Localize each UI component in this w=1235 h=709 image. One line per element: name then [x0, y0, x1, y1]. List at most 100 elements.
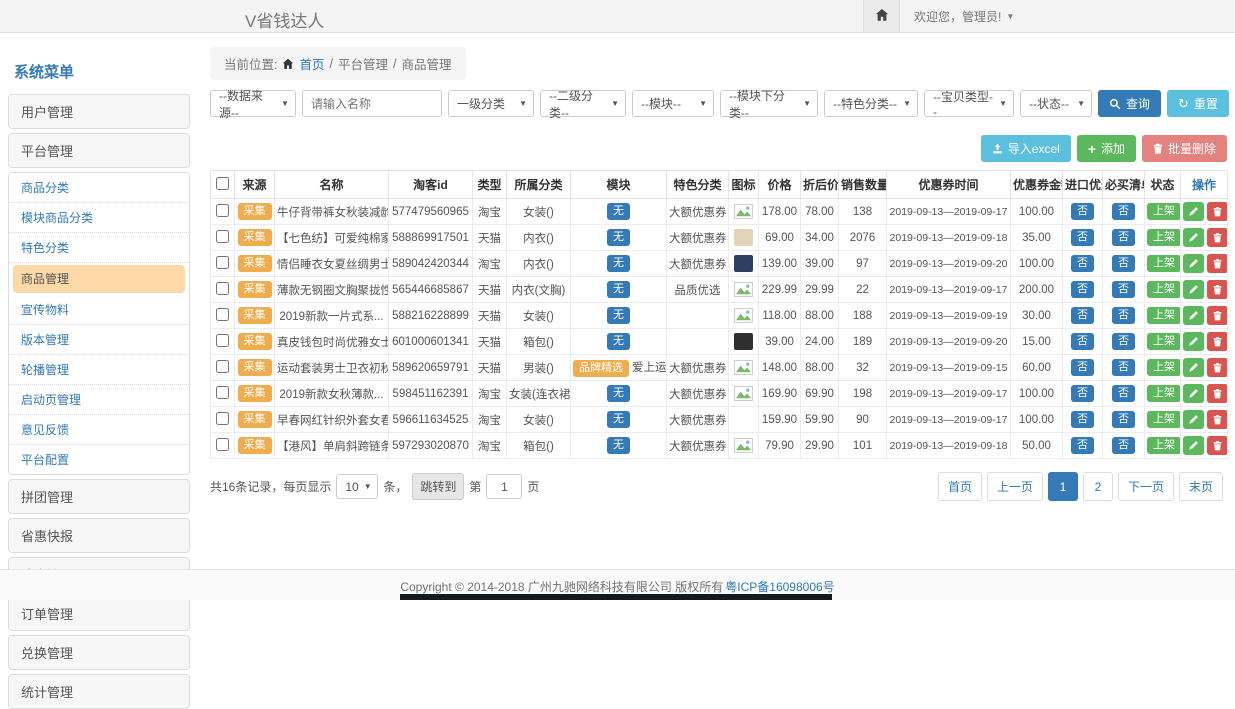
import-excel-button[interactable]: 导入excel [981, 135, 1071, 162]
import-select-toggle[interactable]: 否 [1071, 411, 1094, 428]
must-buy-toggle[interactable]: 否 [1112, 203, 1135, 220]
edit-button[interactable] [1183, 332, 1204, 351]
edit-button[interactable] [1183, 254, 1204, 273]
page-button-1[interactable]: 1 [1048, 472, 1078, 501]
delete-button[interactable] [1207, 436, 1228, 455]
import-select-toggle[interactable]: 否 [1071, 255, 1094, 272]
sidebar-item-platform-config[interactable]: 平台配置 [9, 445, 189, 474]
status-toggle[interactable]: 上架 [1147, 281, 1181, 298]
page-button-下一页[interactable]: 下一页 [1118, 472, 1174, 501]
sidebar-item-feature-category[interactable]: 特色分类 [9, 233, 189, 263]
status-toggle[interactable]: 上架 [1147, 229, 1181, 246]
must-buy-toggle[interactable]: 否 [1112, 437, 1135, 454]
batch-delete-button[interactable]: 批量删除 [1142, 135, 1227, 162]
delete-button[interactable] [1207, 228, 1228, 247]
module-select[interactable]: --模块--▼ [632, 90, 714, 117]
row-checkbox[interactable] [216, 204, 229, 217]
reset-button[interactable]: ↻ 重置 [1167, 90, 1229, 117]
must-buy-toggle[interactable]: 否 [1112, 333, 1135, 350]
row-checkbox[interactable] [216, 334, 229, 347]
status-toggle[interactable]: 上架 [1147, 255, 1181, 272]
import-select-toggle[interactable]: 否 [1071, 307, 1094, 324]
must-buy-toggle[interactable]: 否 [1112, 385, 1135, 402]
status-toggle[interactable]: 上架 [1147, 385, 1181, 402]
sidebar-item-saving-express[interactable]: 省惠快报 [8, 518, 190, 553]
jump-button[interactable]: 跳转到 [412, 473, 464, 500]
status-toggle[interactable]: 上架 [1147, 333, 1181, 350]
data-source-select[interactable]: --数据来源--▼ [210, 90, 296, 117]
delete-button[interactable] [1207, 384, 1228, 403]
edit-button[interactable] [1183, 410, 1204, 429]
status-toggle[interactable]: 上架 [1147, 359, 1181, 376]
sidebar-item-exchange-management[interactable]: 兑换管理 [8, 635, 190, 670]
import-select-toggle[interactable]: 否 [1071, 281, 1094, 298]
page-button-2[interactable]: 2 [1083, 472, 1113, 501]
select-all-checkbox[interactable] [216, 177, 229, 190]
jump-page-input[interactable] [486, 474, 522, 499]
row-checkbox[interactable] [216, 308, 229, 321]
edit-button[interactable] [1183, 228, 1204, 247]
status-toggle[interactable]: 上架 [1147, 437, 1181, 454]
user-menu[interactable]: 欢迎您，管理员! ▼ [900, 0, 1028, 32]
import-select-toggle[interactable]: 否 [1071, 203, 1094, 220]
must-buy-toggle[interactable]: 否 [1112, 229, 1135, 246]
sidebar-item-users-management[interactable]: 用户管理 [8, 94, 190, 129]
delete-button[interactable] [1207, 410, 1228, 429]
edit-button[interactable] [1183, 202, 1204, 221]
delete-button[interactable] [1207, 306, 1228, 325]
page-button-首页[interactable]: 首页 [938, 472, 982, 501]
delete-button[interactable] [1207, 280, 1228, 299]
row-checkbox[interactable] [216, 386, 229, 399]
status-toggle[interactable]: 上架 [1147, 411, 1181, 428]
sidebar-item-goods-category[interactable]: 商品分类 [9, 173, 189, 203]
must-buy-toggle[interactable]: 否 [1112, 255, 1135, 272]
import-select-toggle[interactable]: 否 [1071, 229, 1094, 246]
page-size-select[interactable]: 10 ▼ [336, 474, 378, 499]
edit-button[interactable] [1183, 384, 1204, 403]
level1-category-select[interactable]: 一级分类▼ [448, 90, 534, 117]
sidebar-item-platform-management[interactable]: 平台管理 [8, 133, 190, 168]
delete-button[interactable] [1207, 332, 1228, 351]
row-checkbox[interactable] [216, 438, 229, 451]
page-button-末页[interactable]: 末页 [1179, 472, 1223, 501]
row-checkbox[interactable] [216, 256, 229, 269]
sidebar-item-carousel-management[interactable]: 轮播管理 [9, 355, 189, 385]
module-sub-category-select[interactable]: --模块下分类--▼ [720, 90, 818, 117]
breadcrumb-home-link[interactable]: 首页 [299, 54, 324, 73]
sidebar-item-order-management[interactable]: 订单管理 [8, 596, 190, 631]
sidebar-item-group-buy-management[interactable]: 拼团管理 [8, 479, 190, 514]
page-button-上一页[interactable]: 上一页 [987, 472, 1043, 501]
import-select-toggle[interactable]: 否 [1071, 333, 1094, 350]
status-toggle[interactable]: 上架 [1147, 307, 1181, 324]
sidebar-item-goods-management[interactable]: 商品管理 [13, 265, 185, 293]
row-checkbox[interactable] [216, 360, 229, 373]
sidebar-item-module-goods-category[interactable]: 模块商品分类 [9, 203, 189, 233]
status-toggle[interactable]: 上架 [1147, 203, 1181, 220]
import-select-toggle[interactable]: 否 [1071, 437, 1094, 454]
row-checkbox[interactable] [216, 230, 229, 243]
edit-button[interactable] [1183, 280, 1204, 299]
edit-button[interactable] [1183, 358, 1204, 377]
level2-category-select[interactable]: --二级分类--▼ [540, 90, 626, 117]
delete-button[interactable] [1207, 358, 1228, 377]
home-button[interactable] [863, 0, 900, 32]
icp-link[interactable]: 粤ICP备16098006号 [725, 578, 834, 595]
row-checkbox[interactable] [216, 282, 229, 295]
search-button[interactable]: 查询 [1098, 90, 1161, 117]
edit-button[interactable] [1183, 306, 1204, 325]
name-input[interactable] [302, 90, 442, 117]
feature-category-select[interactable]: --特色分类--▼ [824, 90, 918, 117]
item-type-select[interactable]: --宝贝类型--▼ [924, 90, 1014, 117]
sidebar-item-statistics-management[interactable]: 统计管理 [8, 674, 190, 709]
delete-button[interactable] [1207, 254, 1228, 273]
edit-button[interactable] [1183, 436, 1204, 455]
sidebar-item-promotion-material[interactable]: 宣传物料 [9, 295, 189, 325]
status-select[interactable]: --状态--▼ [1020, 90, 1092, 117]
sidebar-item-splash-page-management[interactable]: 启动页管理 [9, 385, 189, 415]
row-checkbox[interactable] [216, 412, 229, 425]
import-select-toggle[interactable]: 否 [1071, 385, 1094, 402]
add-button[interactable]: + 添加 [1077, 135, 1136, 162]
must-buy-toggle[interactable]: 否 [1112, 307, 1135, 324]
import-select-toggle[interactable]: 否 [1071, 359, 1094, 376]
must-buy-toggle[interactable]: 否 [1112, 281, 1135, 298]
